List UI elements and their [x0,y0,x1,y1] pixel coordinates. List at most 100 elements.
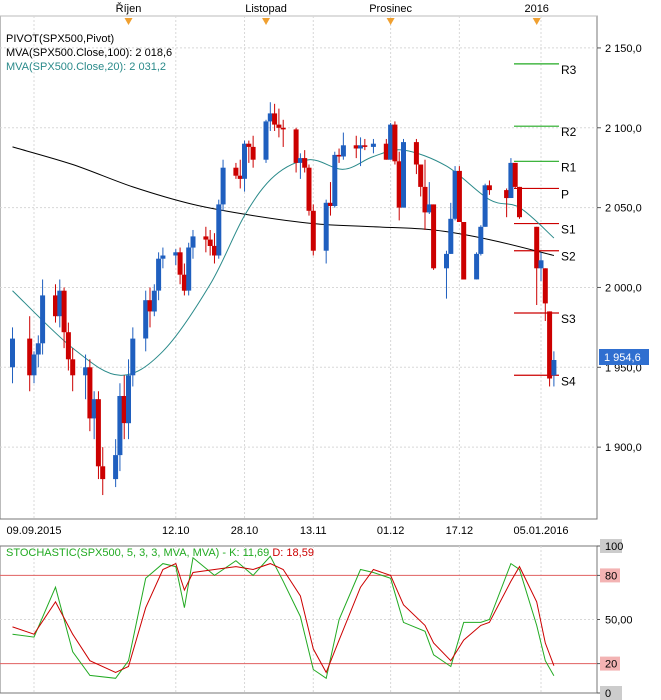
pivot-label-s4: S4 [561,374,576,388]
candle-body [431,204,437,269]
stochastic-d-label: D: 18,59 [272,547,314,559]
period-label: 2016 [524,3,548,15]
candle-body [190,236,196,248]
candle-body [276,124,282,128]
candle-body [340,145,346,157]
pivot-label-r1: R1 [561,160,577,174]
candle-body [87,367,93,419]
stoch-tick-label: 80 [605,570,617,582]
last-price-label: 1 954,6 [604,352,641,364]
candle-body [212,245,217,256]
candle-body [426,204,432,213]
candle-body [332,154,338,206]
candle-body [70,359,76,376]
candle-body [396,161,402,208]
y-tick-label: 2 100,0 [605,123,642,135]
candle-body [474,253,480,280]
chart-root: R3 R2 R1 P S1 S2 S3 S4 09.09.2015 12.10 28.10 13.1… [0,0,661,700]
candle-body [40,295,46,344]
candle-body [233,167,239,176]
pivot-label-r3: R3 [561,63,577,77]
candle-body [242,143,247,179]
candle-body [353,145,359,149]
pivot-label-p: P [561,187,569,201]
candle-body [207,239,213,246]
pivot-label-r2: R2 [561,125,577,139]
x-tick-label: 01.12 [377,525,405,537]
y-tick-label: 2 000,0 [605,282,642,294]
candle-body [61,290,67,333]
candle-body [267,113,273,122]
candle-body [31,354,37,376]
candle-body [250,146,256,160]
x-tick-label: 05.01.2016 [513,525,568,537]
candle-body [508,162,514,198]
candle-body [147,300,153,312]
candle-body [482,185,488,227]
candle-body [547,311,553,379]
x-tick-label: 13.11 [300,525,327,537]
candle-body [370,143,376,147]
candle-body [216,204,222,256]
candle-body [35,343,41,355]
legend-mva20: MVA(SPX500.Close,20): 2 031,2 [6,61,166,73]
candle-body [461,222,467,280]
candle-body [534,226,540,269]
candle-body [177,252,183,275]
x-tick-label: 12.10 [162,525,190,537]
candle-body [100,466,106,480]
candle-body [57,290,63,317]
candle-body [113,455,119,480]
candle-body [10,338,15,368]
stochastic-legend: STOCHASTIC(SPX500, 5, 3, 3, MVA, MVA) - … [6,547,314,559]
candle-body [538,260,544,269]
candle-body [310,210,316,251]
candle-body [143,300,149,339]
candle-body [121,396,127,424]
candle-body [551,360,557,376]
candle-body [358,145,363,149]
x-tick-label: 09.09.2015 [6,525,61,537]
candle-body [53,295,58,317]
candle-body [237,175,243,179]
stoch-tick-label: 50,00 [605,615,633,627]
y-tick-label: 2 050,0 [605,203,642,215]
candle-body [126,375,131,424]
candle-body [418,164,424,187]
candle-body [517,186,522,218]
candle-body [456,170,462,222]
candle-body [504,190,510,199]
pivot-label-s2: S2 [561,250,576,264]
candle-body [452,170,458,219]
candle-body [203,236,209,240]
price-plot-area [0,15,598,520]
y-tick-label: 2 150,0 [605,43,642,55]
candle-body [65,332,71,360]
candle-body [186,247,192,291]
period-label: Listopad [245,3,287,15]
candle-body [486,185,492,191]
pivot-label-s3: S3 [561,312,576,326]
legend-mva100: MVA(SPX500.Close,100): 2 018,6 [6,47,172,59]
candle-body [336,154,342,157]
stoch-tick-label: 20 [605,659,617,671]
candle-body [388,124,394,160]
x-tick-label: 17.12 [446,525,474,537]
stoch-tick-label: 0 [605,688,611,700]
candle-body [156,258,162,291]
x-tick-label: 28.10 [231,525,259,537]
period-label: Prosinec [369,3,412,15]
stoch-tick-label: 100 [605,541,623,553]
candle-body [297,158,303,163]
period-label: Říjen [116,2,142,15]
candle-body [246,143,252,147]
candle-body [151,290,157,312]
pivot-label-s1: S1 [561,223,576,237]
candle-body [413,142,419,165]
candle-body [542,268,548,304]
candle-body [478,226,484,254]
candle-body [117,396,123,456]
legend-pivot: PIVOT(SPX500,Pivot) [6,33,114,45]
candle-body [362,145,368,147]
candle-body [444,253,449,269]
